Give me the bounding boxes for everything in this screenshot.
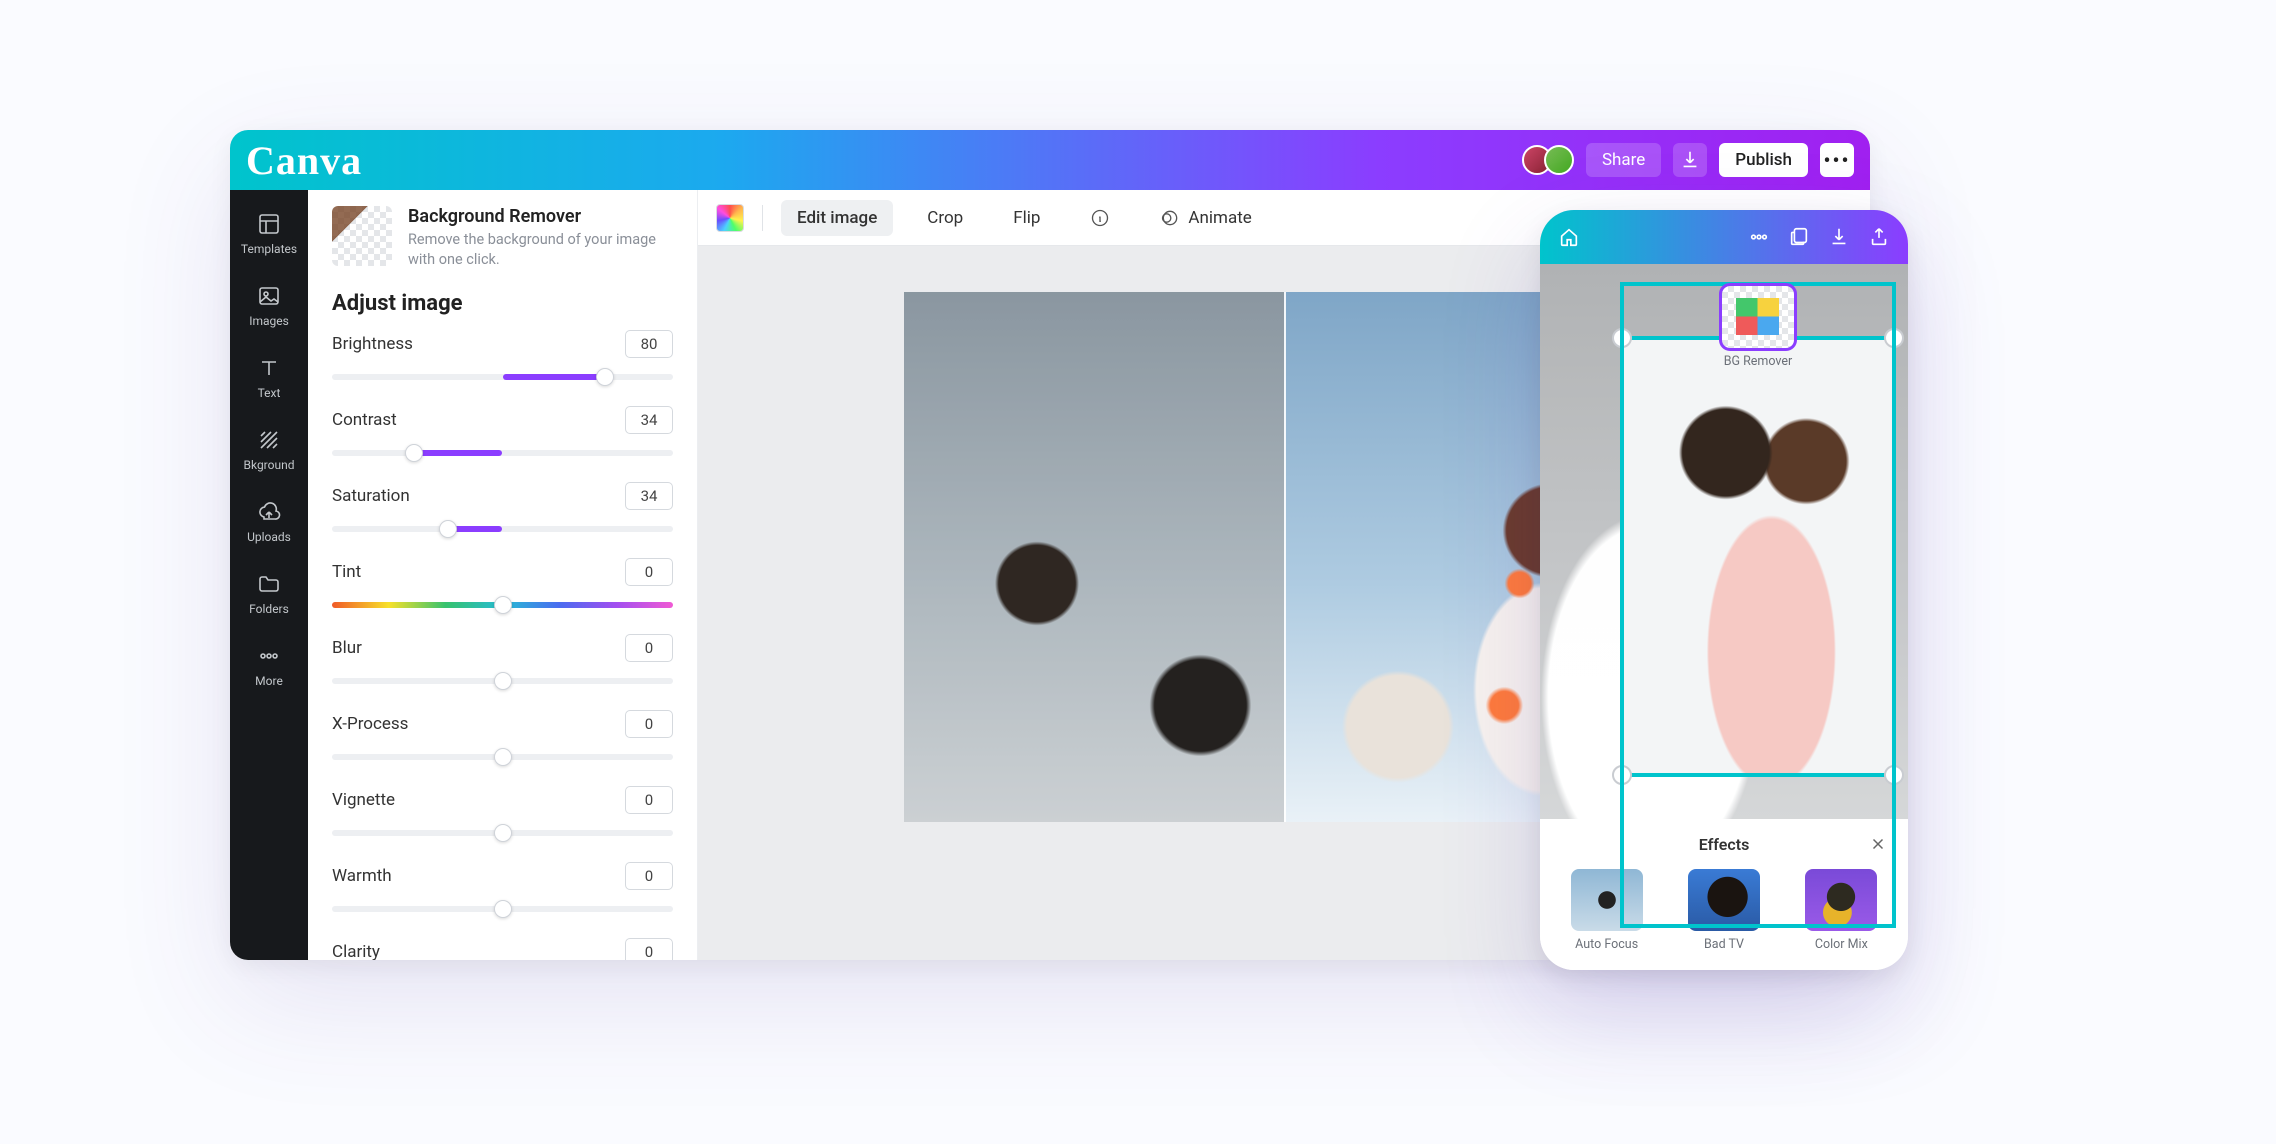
slider-value[interactable]: 0: [625, 786, 673, 814]
home-icon[interactable]: [1558, 226, 1580, 248]
slider-track[interactable]: [332, 906, 673, 912]
more-icon: [257, 644, 281, 668]
mobile-header: [1540, 210, 1908, 264]
slider-label: Vignette: [332, 790, 395, 810]
effect-label: Auto Focus: [1575, 937, 1638, 952]
effect-thumb: [1722, 286, 1794, 348]
slider-knob[interactable]: [494, 824, 512, 842]
nav-rail: Templates Images Text Bkground Uploads F…: [230, 190, 308, 960]
slider-value[interactable]: 0: [625, 862, 673, 890]
slider-track[interactable]: [332, 526, 673, 532]
effect-label: Color Mix: [1815, 937, 1868, 952]
image-before: [904, 292, 1284, 822]
folders-icon: [257, 572, 281, 596]
effect-label: BG Remover: [1724, 354, 1793, 369]
slider-value[interactable]: 34: [625, 406, 673, 434]
publish-button[interactable]: Publish: [1719, 143, 1808, 177]
animate-icon: [1160, 208, 1180, 228]
rail-text[interactable]: Text: [230, 342, 308, 414]
flip-button[interactable]: Flip: [997, 200, 1056, 236]
panel-section-title: Adjust image: [332, 291, 673, 316]
bg-remover-subtitle: Remove the background of your image with…: [408, 230, 673, 269]
info-button[interactable]: [1074, 200, 1126, 236]
slider-track[interactable]: [332, 450, 673, 456]
slider-knob[interactable]: [494, 596, 512, 614]
rail-templates[interactable]: Templates: [230, 198, 308, 270]
toolbar-separator: [762, 205, 763, 231]
slider-clarity: Clarity 0: [332, 938, 673, 960]
rail-folders[interactable]: Folders: [230, 558, 308, 630]
slider-track[interactable]: [332, 830, 673, 836]
animate-button[interactable]: Animate: [1144, 200, 1267, 236]
slider-vignette: Vignette 0: [332, 786, 673, 836]
slider-saturation: Saturation 34: [332, 482, 673, 532]
slider-value[interactable]: 0: [625, 558, 673, 586]
slider-track[interactable]: [332, 678, 673, 684]
slider-label: Tint: [332, 562, 361, 582]
adjust-panel: Background Remover Remove the background…: [308, 190, 698, 960]
pages-icon[interactable]: [1788, 226, 1810, 248]
slider-track[interactable]: [332, 602, 673, 608]
effect-label: Bad TV: [1704, 937, 1744, 952]
canva-logo: Canva: [246, 137, 362, 184]
slider-knob[interactable]: [494, 900, 512, 918]
info-icon: [1090, 208, 1110, 228]
uploads-icon: [257, 500, 281, 524]
slider-brightness: Brightness 80: [332, 330, 673, 380]
more-icon[interactable]: [1748, 226, 1770, 248]
app-header: Canva Share Publish •••: [230, 130, 1870, 190]
slider-label: Saturation: [332, 486, 410, 506]
slider-contrast: Contrast 34: [332, 406, 673, 456]
more-menu-button[interactable]: •••: [1820, 143, 1854, 177]
slider-track[interactable]: [332, 754, 673, 760]
slider-xprocess: X-Process 0: [332, 710, 673, 760]
compare-divider[interactable]: [1284, 292, 1286, 822]
text-icon: [257, 356, 281, 380]
effect-bgremover[interactable]: BG Remover: [1620, 282, 1896, 928]
slider-knob[interactable]: [596, 368, 614, 386]
effects-panel: Effects BG RemoverAuto FocusBad TVColor …: [1540, 819, 1908, 970]
bg-remover-thumb: [332, 206, 392, 266]
slider-knob[interactable]: [494, 748, 512, 766]
slider-label: Blur: [332, 638, 362, 658]
slider-label: X-Process: [332, 714, 408, 734]
slider-value[interactable]: 0: [625, 634, 673, 662]
export-icon[interactable]: [1868, 226, 1890, 248]
color-swatch[interactable]: [716, 204, 744, 232]
bg-remover-title: Background Remover: [408, 206, 673, 227]
slider-blur: Blur 0: [332, 634, 673, 684]
background-icon: [257, 428, 281, 452]
collaborator-avatars[interactable]: [1530, 145, 1574, 175]
slider-knob[interactable]: [494, 672, 512, 690]
bg-remover-card[interactable]: Background Remover Remove the background…: [332, 206, 673, 269]
rail-images[interactable]: Images: [230, 270, 308, 342]
slider-value[interactable]: 80: [625, 330, 673, 358]
slider-value[interactable]: 0: [625, 710, 673, 738]
slider-label: Brightness: [332, 334, 413, 354]
slider-label: Warmth: [332, 866, 392, 886]
slider-knob[interactable]: [439, 520, 457, 538]
avatar[interactable]: [1544, 145, 1574, 175]
crop-button[interactable]: Crop: [911, 200, 979, 236]
slider-warmth: Warmth 0: [332, 862, 673, 912]
edit-image-button[interactable]: Edit image: [781, 200, 893, 236]
download-button[interactable]: [1673, 143, 1707, 177]
mobile-editor-window: Effects BG RemoverAuto FocusBad TVColor …: [1540, 210, 1908, 970]
share-button[interactable]: Share: [1586, 143, 1661, 177]
slider-label: Clarity: [332, 942, 380, 960]
slider-value[interactable]: 0: [625, 938, 673, 960]
rail-uploads[interactable]: Uploads: [230, 486, 308, 558]
templates-icon: [257, 212, 281, 236]
slider-tint: Tint 0: [332, 558, 673, 608]
slider-track[interactable]: [332, 374, 673, 380]
slider-value[interactable]: 34: [625, 482, 673, 510]
images-icon: [257, 284, 281, 308]
slider-knob[interactable]: [405, 444, 423, 462]
rail-background[interactable]: Bkground: [230, 414, 308, 486]
rail-more[interactable]: More: [230, 630, 308, 702]
slider-label: Contrast: [332, 410, 397, 430]
download-icon[interactable]: [1828, 226, 1850, 248]
